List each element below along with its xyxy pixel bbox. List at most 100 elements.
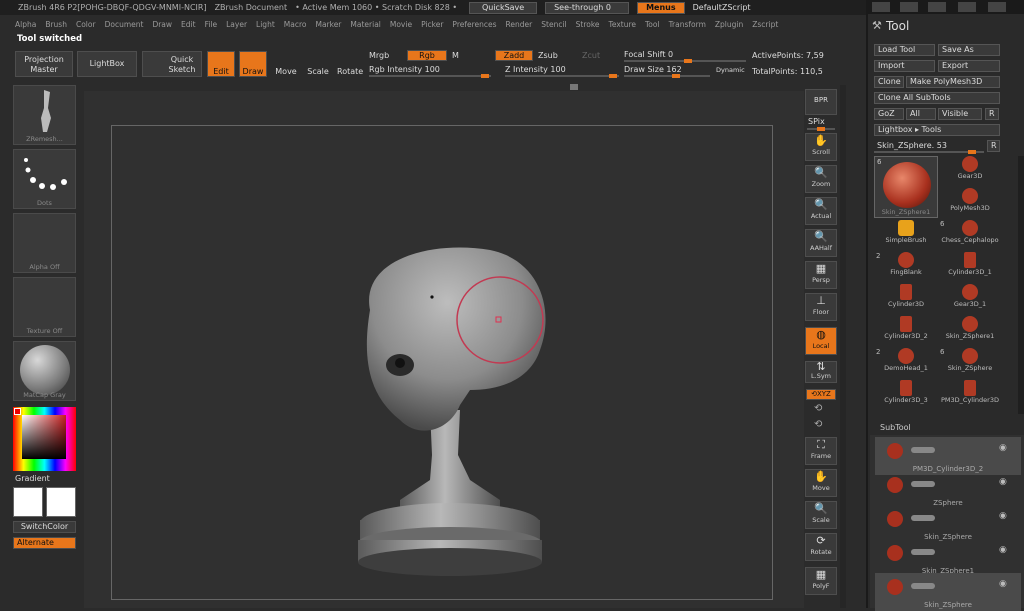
quick-sketch-button[interactable]: Quick Sketch bbox=[142, 51, 202, 77]
eye-icon[interactable]: ◉ bbox=[999, 579, 1007, 589]
dynamic-toggle[interactable]: Dynamic bbox=[716, 66, 745, 74]
draw-size-track[interactable] bbox=[624, 74, 710, 78]
tool-item[interactable]: SimpleBrush bbox=[874, 220, 938, 250]
alpha-selector[interactable]: Alpha Off bbox=[13, 213, 76, 273]
tool-item[interactable]: Cylinder3D_3 bbox=[874, 380, 938, 410]
sculpt-model[interactable] bbox=[340, 240, 560, 585]
menus-toggle[interactable]: Menus bbox=[637, 1, 685, 14]
draw-mode-button[interactable]: Draw bbox=[239, 51, 267, 77]
zsub-toggle[interactable]: Zsub bbox=[538, 51, 558, 60]
spix-track[interactable] bbox=[807, 127, 835, 131]
rgb-intensity-slider[interactable]: Rgb Intensity 100 bbox=[369, 65, 440, 74]
frame-button[interactable]: ⛶ Frame bbox=[805, 437, 837, 465]
menu-transform[interactable]: Transform bbox=[669, 20, 706, 29]
rotate-mode-button[interactable]: Rotate bbox=[336, 51, 364, 77]
menu-render[interactable]: Render bbox=[506, 20, 533, 29]
clone-button[interactable]: Clone bbox=[874, 76, 904, 88]
mrgb-toggle[interactable]: Mrgb bbox=[369, 51, 389, 60]
goz-visible-button[interactable]: Visible bbox=[938, 108, 982, 120]
scale-mode-button[interactable]: Scale bbox=[304, 51, 332, 77]
load-tool-button[interactable]: Load Tool bbox=[874, 44, 935, 56]
subtool-toggle[interactable] bbox=[911, 515, 935, 521]
focal-shift-track[interactable] bbox=[624, 59, 746, 63]
eye-icon[interactable]: ◉ bbox=[999, 511, 1007, 521]
menu-stencil[interactable]: Stencil bbox=[541, 20, 566, 29]
subtool-toggle[interactable] bbox=[911, 583, 935, 589]
menu-light[interactable]: Light bbox=[256, 20, 275, 29]
menu-edit[interactable]: Edit bbox=[181, 20, 196, 29]
stroke-selector[interactable]: Dots bbox=[13, 149, 76, 209]
alternate-button[interactable]: Alternate bbox=[13, 537, 76, 549]
current-tool-slider[interactable]: Skin_ZSphere. 53 bbox=[877, 141, 947, 150]
menu-stroke[interactable]: Stroke bbox=[576, 20, 600, 29]
lightbox-tools-button[interactable]: Lightbox ▸ Tools bbox=[874, 124, 1000, 136]
tool-item[interactable]: Cylinder3D_2 bbox=[874, 316, 938, 346]
rotate-z-icon[interactable]: ⟲ bbox=[814, 419, 822, 430]
tray-icon[interactable] bbox=[900, 2, 918, 12]
brush-selector[interactable]: ZRemesh... bbox=[13, 85, 76, 145]
import-button[interactable]: Import bbox=[874, 60, 935, 72]
texture-selector[interactable]: Texture Off bbox=[13, 277, 76, 337]
zadd-toggle[interactable]: Zadd bbox=[495, 50, 533, 61]
menu-macro[interactable]: Macro bbox=[284, 20, 307, 29]
tool-item[interactable]: PM3D_Cylinder3D bbox=[938, 380, 1002, 410]
export-button[interactable]: Export bbox=[938, 60, 1000, 72]
maximize-icon[interactable] bbox=[988, 2, 1006, 12]
menu-picker[interactable]: Picker bbox=[421, 20, 443, 29]
rotate-y-icon[interactable]: ⟲ bbox=[814, 403, 822, 414]
aahalf-button[interactable]: 🔍 AAHalf bbox=[805, 229, 837, 257]
z-intensity-track[interactable] bbox=[505, 74, 619, 78]
main-color-swatch[interactable] bbox=[13, 487, 43, 517]
rgb-toggle[interactable]: Rgb bbox=[407, 50, 447, 61]
tool-item[interactable]: PolyMesh3D bbox=[938, 188, 1002, 218]
tray-icon[interactable] bbox=[872, 2, 890, 12]
goz-all-button[interactable]: All bbox=[906, 108, 936, 120]
tool-item[interactable]: 2 DemoHead_1 bbox=[874, 348, 938, 378]
scroll-button[interactable]: ✋ Scroll bbox=[805, 133, 837, 161]
menu-marker[interactable]: Marker bbox=[315, 20, 341, 29]
menu-draw[interactable]: Draw bbox=[152, 20, 172, 29]
gradient-label[interactable]: Gradient bbox=[15, 474, 50, 483]
menu-tool[interactable]: Tool bbox=[645, 20, 660, 29]
subtool-row[interactable]: ◉ PM3D_Cylinder3D_2 bbox=[875, 437, 1021, 475]
goz-r-button[interactable]: R bbox=[985, 108, 999, 120]
persp-button[interactable]: ▦ Persp bbox=[805, 261, 837, 289]
subtool-toggle[interactable] bbox=[911, 447, 935, 453]
bpr-button[interactable]: BPR bbox=[805, 89, 837, 115]
edit-mode-button[interactable]: Edit bbox=[207, 51, 235, 77]
eye-icon[interactable]: ◉ bbox=[999, 545, 1007, 555]
menu-color[interactable]: Color bbox=[76, 20, 96, 29]
draw-size-slider[interactable]: Draw Size 162 bbox=[624, 65, 682, 74]
tool-panel-title[interactable]: Tool bbox=[886, 19, 909, 33]
m-toggle[interactable]: M bbox=[452, 51, 459, 60]
projection-master-button[interactable]: Projection Master bbox=[15, 51, 73, 77]
menu-brush[interactable]: Brush bbox=[45, 20, 67, 29]
subtool-row[interactable]: ◉ Skin_ZSphere1 bbox=[875, 539, 1021, 577]
subtool-title[interactable]: SubTool bbox=[880, 423, 911, 432]
tool-item[interactable]: 2 FingBlank bbox=[874, 252, 938, 282]
secondary-color-swatch[interactable] bbox=[46, 487, 76, 517]
menu-texture[interactable]: Texture bbox=[609, 20, 636, 29]
spix-slider[interactable]: SPix bbox=[808, 117, 825, 126]
polyf-button[interactable]: ▦ PolyF bbox=[805, 567, 837, 595]
tool-item[interactable]: Cylinder3D bbox=[874, 284, 938, 314]
tool-scroll[interactable] bbox=[1018, 156, 1024, 414]
canvas-scroll-handle[interactable] bbox=[570, 84, 578, 90]
zoom-button[interactable]: 🔍 Zoom bbox=[805, 165, 837, 193]
subtool-row[interactable]: ◉ Skin_ZSphere bbox=[875, 505, 1021, 543]
main-tool-thumbnail[interactable]: 6 Skin_ZSphere1 bbox=[874, 156, 938, 218]
eye-icon[interactable]: ◉ bbox=[999, 443, 1007, 453]
z-intensity-slider[interactable]: Z Intensity 100 bbox=[505, 65, 566, 74]
lsym-button[interactable]: ⇅ L.Sym bbox=[805, 361, 837, 383]
rotate-view-button[interactable]: ⟳ Rotate bbox=[805, 533, 837, 561]
menu-file[interactable]: File bbox=[205, 20, 218, 29]
menu-preferences[interactable]: Preferences bbox=[452, 20, 496, 29]
menu-zplugin[interactable]: Zplugin bbox=[715, 20, 743, 29]
tool-item[interactable]: Gear3D bbox=[938, 156, 1002, 186]
tool-item[interactable]: Gear3D_1 bbox=[938, 284, 1002, 314]
tool-item[interactable]: Cylinder3D_1 bbox=[938, 252, 1002, 282]
focal-shift-slider[interactable]: Focal Shift 0 bbox=[624, 50, 673, 59]
actual-button[interactable]: 🔍 Actual bbox=[805, 197, 837, 225]
tool-item[interactable]: Skin_ZSphere1 bbox=[938, 316, 1002, 346]
save-as-button[interactable]: Save As bbox=[938, 44, 1000, 56]
